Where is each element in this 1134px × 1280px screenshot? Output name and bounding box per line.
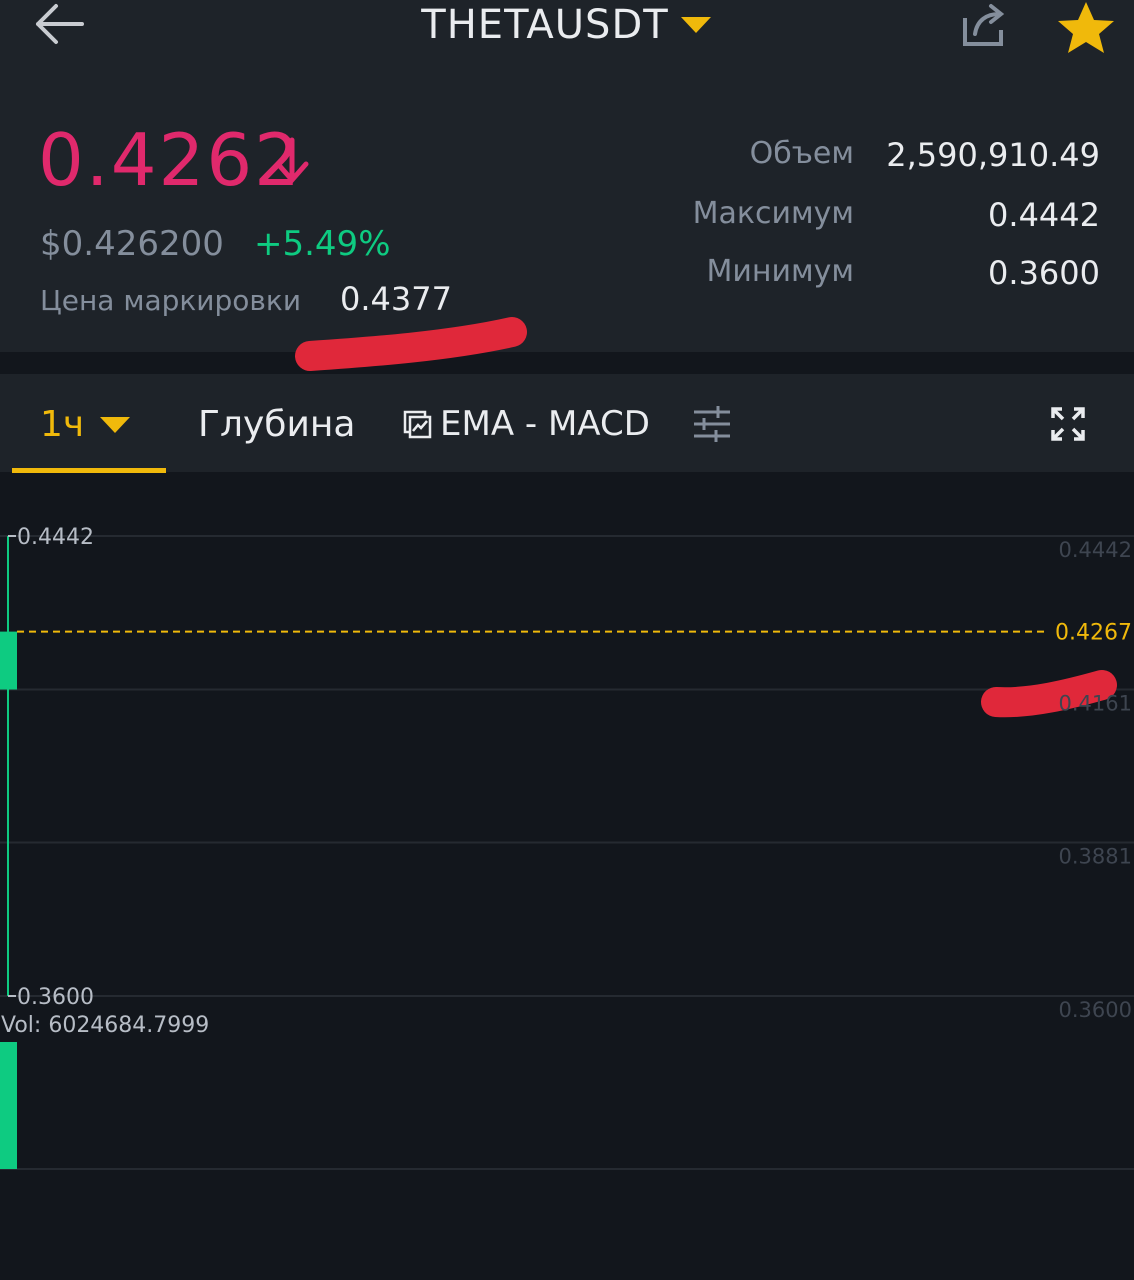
y-tick-label: 0.3600	[1059, 998, 1132, 1022]
volume-value: 2,590,910.49	[886, 136, 1100, 174]
share-icon[interactable]	[955, 0, 1011, 50]
high-value: 0.4442	[988, 196, 1100, 234]
last-price: 0.4262	[38, 118, 302, 202]
low-value: 0.3600	[988, 254, 1100, 292]
stat-volume: Объем 2,590,910.49	[680, 136, 1100, 176]
tab-depth[interactable]: Глубина	[198, 404, 355, 445]
volume-label: Объем	[749, 136, 854, 171]
mark-price-label: Цена маркировки	[40, 284, 302, 317]
change-percent: +5.49%	[254, 224, 391, 264]
interval-label: 1ч	[40, 404, 85, 445]
settings-sliders-icon[interactable]	[692, 404, 732, 444]
usd-price: $0.426200	[40, 224, 224, 264]
high-marker-label: 0.4442	[17, 525, 94, 550]
fullscreen-icon[interactable]	[1050, 406, 1086, 442]
current-price-label: 0.4267	[1055, 621, 1132, 646]
pair-name: THETAUSDT	[421, 2, 669, 48]
caret-down-icon	[680, 17, 711, 33]
y-tick-label: 0.3881	[1059, 844, 1132, 868]
favorite-star-icon[interactable]	[1056, 0, 1116, 55]
indicator-chart-icon	[403, 410, 432, 439]
price-chart[interactable]: 0.4442 0.4161 0.3881 0.3600 0.4442 0.3600 0.42…	[0, 472, 1134, 1280]
y-tick-label: 0.4161	[1059, 692, 1132, 716]
volume-label: Vol: 6024684.7999	[1, 1013, 209, 1038]
candle-body	[0, 631, 17, 690]
y-tick-label: 0.4442	[1059, 538, 1132, 562]
stat-high: Максимум 0.4442	[680, 196, 1100, 236]
indicators-label: EMA - MACD	[440, 404, 650, 444]
red-annotation-stroke	[295, 317, 527, 371]
low-label: Минимум	[706, 254, 854, 289]
ticker-header: THETAUSDT 0.4262 $0.426200 +5.49% Цена м…	[0, 0, 1134, 371]
stat-low: Минимум 0.3600	[680, 254, 1100, 294]
caret-down-icon	[100, 416, 131, 433]
low-marker-label: 0.3600	[17, 985, 94, 1010]
tab-indicators[interactable]: EMA - MACD	[402, 404, 650, 444]
volume-bar	[0, 1042, 17, 1169]
high-label: Максимум	[692, 196, 854, 231]
price-down-arrow-icon	[275, 137, 309, 184]
tab-interval[interactable]: 1ч	[40, 404, 132, 445]
chart-tabbar: 1ч Глубина EMA - MACD	[0, 374, 1134, 473]
